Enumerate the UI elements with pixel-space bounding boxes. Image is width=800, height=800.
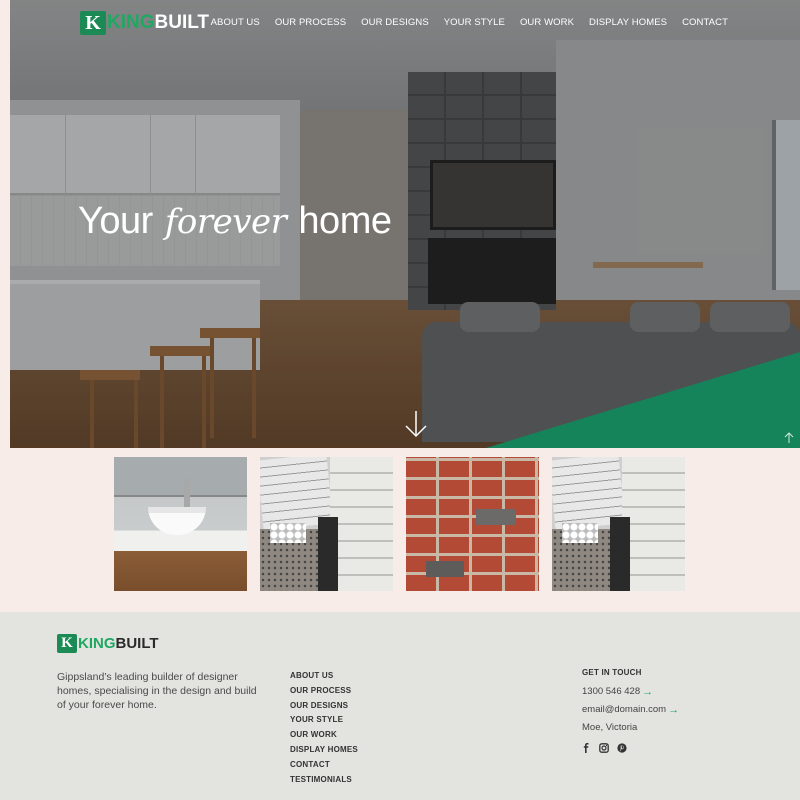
subway-tiles	[622, 457, 685, 591]
hero-headline: Your forever home	[78, 200, 392, 243]
mosaic-sample	[270, 523, 306, 543]
footer-link-display-homes[interactable]: DISPLAY HOMES	[290, 743, 358, 758]
footer-link-our-process[interactable]: OUR PROCESS	[290, 684, 358, 699]
logo-word-built: BUILT	[154, 12, 210, 33]
footer-logo[interactable]: K KINGBUILT	[57, 634, 159, 653]
mosaic-sample	[562, 523, 598, 543]
nav-your-style[interactable]: YOUR STYLE	[444, 17, 505, 28]
footer-link-about-us[interactable]: ABOUT US	[290, 669, 358, 684]
hero-banner: Your forever home	[10, 0, 800, 448]
footer-link-testimonials[interactable]: TESTIMONIALS	[290, 773, 358, 788]
arrow-right-icon: →	[668, 704, 680, 716]
logo-badge: K	[80, 11, 106, 35]
up-arrow-icon[interactable]	[784, 432, 794, 444]
subway-tiles	[330, 457, 393, 591]
nav-display-homes[interactable]: DISPLAY HOMES	[589, 17, 667, 28]
contact-phone-link[interactable]: 1300 546 428 →	[582, 683, 679, 701]
logo-badge: K	[57, 634, 77, 653]
contact-email: email@domain.com	[582, 704, 667, 715]
dark-sample	[318, 517, 338, 591]
logo-word-king: KING	[107, 12, 155, 33]
footer-link-contact[interactable]: CONTACT	[290, 758, 358, 773]
vanity-mirror	[114, 457, 247, 497]
site-logo[interactable]: K KINGBUILT	[80, 10, 209, 36]
pinterest-icon[interactable]	[617, 740, 627, 753]
footer-link-our-work[interactable]: OUR WORK	[290, 728, 358, 743]
nav-contact[interactable]: CONTACT	[682, 17, 728, 28]
contact-location: Moe, Victoria	[582, 722, 638, 733]
dark-sample	[610, 517, 630, 591]
logo-word-king: KING	[78, 635, 116, 652]
arrow-right-icon: →	[642, 686, 654, 698]
contact-phone: 1300 546 428	[582, 686, 641, 697]
facebook-icon[interactable]	[581, 740, 591, 753]
vanity-basin	[148, 507, 206, 535]
footer-link-our-designs[interactable]: OUR DESIGNS	[290, 699, 358, 714]
footer-link-your-style[interactable]: YOUR STYLE	[290, 713, 358, 728]
footer-contact: GET IN TOUCH 1300 546 428 → email@domain…	[582, 668, 679, 737]
contact-email-link[interactable]: email@domain.com →	[582, 701, 679, 719]
grey-brick	[426, 561, 464, 577]
footer-links: ABOUT US OUR PROCESS OUR DESIGNS YOUR ST…	[290, 669, 358, 787]
brick-wall-photo[interactable]	[406, 457, 539, 591]
nav-about-us[interactable]: ABOUT US	[211, 17, 260, 28]
headline-script-word: forever	[164, 202, 287, 242]
nav-our-work[interactable]: OUR WORK	[520, 17, 574, 28]
instagram-icon[interactable]	[599, 740, 609, 753]
floor-plan-materials-photo[interactable]	[552, 457, 685, 591]
social-links	[581, 740, 627, 753]
nav-our-designs[interactable]: OUR DESIGNS	[361, 17, 429, 28]
contact-heading: GET IN TOUCH	[582, 668, 642, 677]
headline-word: home	[298, 200, 392, 242]
nav-our-process[interactable]: OUR PROCESS	[275, 17, 346, 28]
grey-brick	[476, 509, 516, 525]
main-nav: ABOUT US OUR PROCESS OUR DESIGNS YOUR ST…	[211, 17, 728, 28]
logo-wordmark: KINGBUILT	[107, 12, 209, 34]
logo-wordmark: KINGBUILT	[78, 635, 159, 652]
footer-description: Gippsland’s leading builder of designer …	[57, 671, 257, 711]
bathroom-vanity-photo[interactable]	[114, 457, 247, 591]
gallery-strip	[114, 457, 685, 591]
site-footer: K KINGBUILT Gippsland’s leading builder …	[0, 612, 800, 800]
headline-word: Your	[78, 200, 153, 242]
logo-word-built: BUILT	[115, 635, 159, 652]
vanity-tap	[184, 479, 190, 509]
floor-plan-materials-photo[interactable]	[260, 457, 393, 591]
down-arrow-icon[interactable]	[404, 410, 428, 438]
